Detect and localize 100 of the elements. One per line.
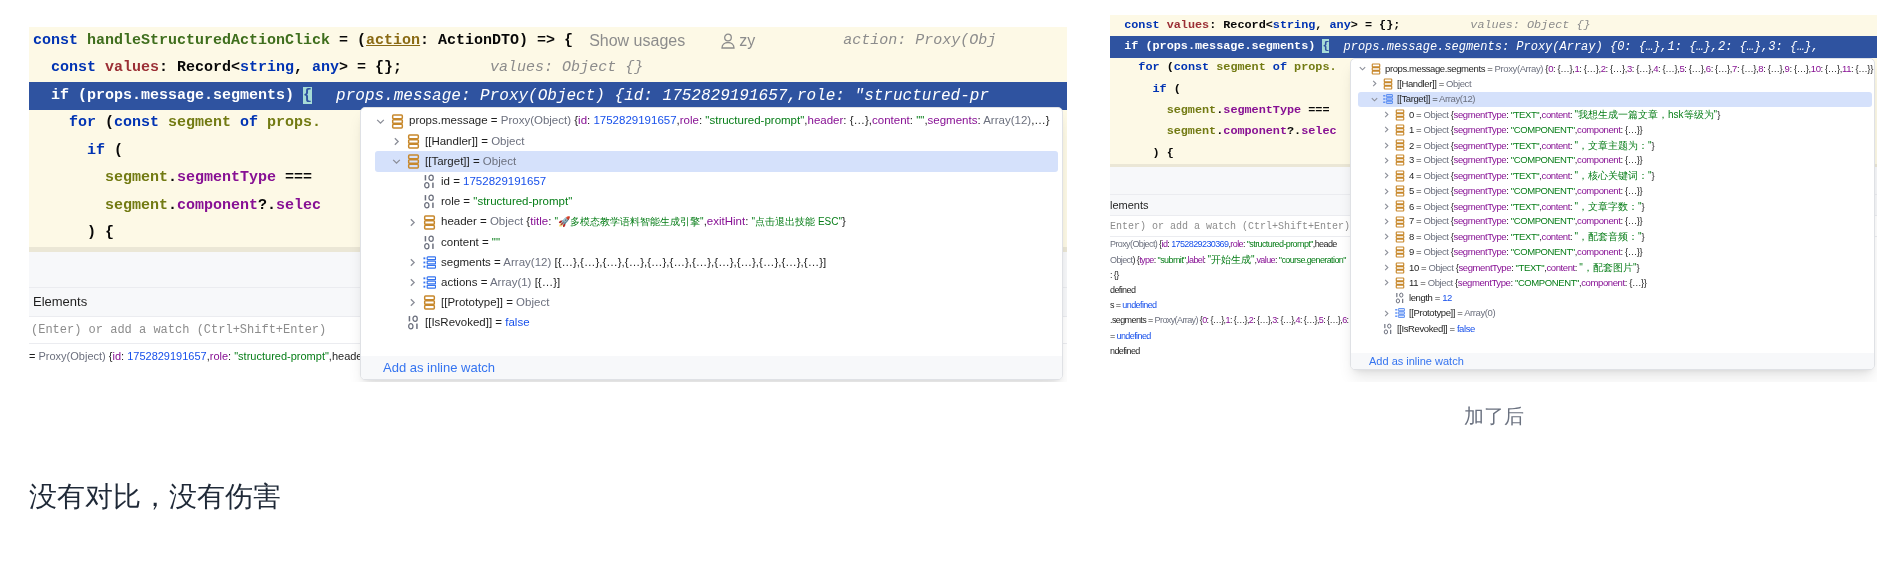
object-icon (1395, 276, 1405, 289)
tree-row[interactable]: role = "structured-prompt" (375, 191, 1058, 212)
code-text: segment.component?.selec (1165, 123, 1337, 141)
code-text: const handleStructuredActionClick = (action: ActionDTO) => { (33, 30, 574, 51)
tree-row[interactable]: props.message = Proxy(Object) {id: 1752829191657,role: "structured-prompt",header: {…},content: "",segments: Array(12),…} (375, 111, 1058, 132)
object-icon (407, 133, 420, 149)
code-text: if ( (1151, 80, 1181, 98)
inline-value-hint: values: Object {} (1470, 16, 1591, 34)
variable-label: 9 = Object {segmentType: "COMPONENT",component: {…}} (1409, 245, 1643, 260)
paragraph-text: 没有对比，没有伤害 (29, 480, 282, 514)
author-name: zy (739, 30, 756, 51)
tree-row[interactable]: [[Prototype]] = Object (375, 292, 1058, 313)
add-inline-watch-link[interactable]: Add as inline watch (383, 357, 495, 378)
panel-tab[interactable]: Elements (33, 292, 88, 312)
tree-row[interactable]: 1 = Object {segmentType: "COMPONENT",component: {…}} (1358, 122, 1872, 138)
variable-label: 7 = Object {segmentType: "COMPONENT",component: {…}} (1409, 214, 1643, 229)
variable-label: actions = Array(1) [{…}] (441, 274, 561, 290)
tree-row[interactable]: [[IsRevoked]] = false (1358, 321, 1872, 337)
tree-row[interactable]: content = "" (375, 232, 1058, 253)
tree-row[interactable]: 8 = Object {segmentType: "TEXT",content: "，配套音频："} (1358, 229, 1872, 245)
object-icon (1371, 62, 1381, 75)
variable-label: 11 = Object {segmentType: "COMPONENT",component: {…}} (1409, 275, 1647, 290)
variable-label: [[Handler]] = Object (425, 133, 525, 149)
variable-label: [[Target]] = Object (425, 153, 517, 169)
array-icon (423, 275, 436, 291)
variable-value: .segments = Proxy(Array) {0: {…},1: {…},2: {…},3: {…},4: {…},5: {…},6: (1110, 314, 1349, 328)
object-icon (1395, 108, 1405, 121)
tree-row[interactable]: 3 = Object {segmentType: "COMPONENT",component: {…}} (1358, 152, 1872, 169)
code-text: segment.component?.selec (104, 195, 322, 216)
object-icon (1395, 230, 1405, 243)
variable-label: 6 = Object {segmentType: "TEXT",content: "，文章字数："} (1409, 199, 1645, 214)
tree-row[interactable]: segments = Array(12) [{…},{…},{…},{…},{…},{…},{…},{…},{…},{…},{…},{…}] (375, 252, 1058, 273)
panel-tab[interactable]: lements (1110, 196, 1149, 214)
image-caption: 加了后 (1463, 404, 1524, 429)
array-icon (1395, 307, 1405, 320)
object-icon (391, 113, 404, 129)
variable-label: 10 = Object {segmentType: "TEXT",content: "，配套图片"} (1409, 260, 1640, 275)
tree-row[interactable]: [[Handler]] = Object (375, 131, 1058, 152)
variable-label: props.message = Proxy(Object) {id: 1752829191657,role: "structured-prompt",header: {…},content: "",segments: Array(12),…} (409, 113, 1050, 129)
variable-label: header = Object {title: "🚀多模态教学语料智能生成引擎",exitHint: "点击退出技能 ESC"} (441, 214, 846, 230)
tree-row[interactable]: 7 = Object {segmentType: "COMPONENT",component: {…}} (1358, 213, 1872, 230)
variable-label: 0 = Object {segmentType: "TEXT",content: "我想生成一篇文章，hsk等级为"} (1409, 107, 1720, 122)
add-inline-watch-link[interactable]: Add as inline watch (1369, 352, 1464, 369)
inline-value-hint: props.message: Proxy(Object) {id: 1752829191657,role: "structured-pr (336, 85, 989, 107)
chevron-right-icon (1382, 308, 1391, 318)
code-text: const values: Record<string, any> = {}; (50, 58, 403, 78)
variable-label: role = "structured-prompt" (441, 194, 573, 210)
person-icon (721, 32, 736, 49)
binary-value-icon (1383, 322, 1393, 335)
object-icon (1395, 139, 1405, 152)
code-text: for (const segment of props. (68, 113, 322, 133)
inline-value-hint: values: Object {} (490, 58, 644, 78)
object-icon (407, 153, 420, 169)
variable-value: : {} (1110, 268, 1119, 282)
code-text: for (const segment of props. (1137, 59, 1337, 77)
tree-row[interactable]: [[Handler]] = Object (1358, 76, 1872, 92)
object-icon (1395, 185, 1405, 197)
tree-row[interactable]: 6 = Object {segmentType: "TEXT",content: "，文章字数："} (1358, 198, 1872, 214)
variable-label: [[Prototype]] = Array(0) (1409, 306, 1496, 321)
tree-row[interactable]: 2 = Object {segmentType: "TEXT",content: "，文章主题为："} (1358, 137, 1872, 153)
tree-row[interactable]: [[IsRevoked]] = false (375, 312, 1058, 334)
variable-label: length = 12 (1409, 290, 1452, 305)
code-text: ) { (1151, 144, 1174, 162)
variable-value: Proxy(Object) {id: 1752829230369,role: "structured-prompt",heade (1110, 237, 1337, 251)
tree-row[interactable]: 5 = Object {segmentType: "COMPONENT",component: {…}} (1358, 183, 1872, 199)
code-text: ) { (86, 223, 114, 243)
variable-value: defined (1110, 283, 1136, 297)
binary-value-icon (423, 194, 436, 210)
tree-row[interactable]: 9 = Object {segmentType: "COMPONENT",component: {…}} (1358, 244, 1872, 260)
tree-row[interactable]: [[Target]] = Array(12) (1358, 91, 1872, 107)
binary-value-icon (423, 234, 436, 250)
tree-row[interactable]: [[Prototype]] = Array(0) (1358, 305, 1872, 322)
binary-value-icon (407, 315, 420, 331)
tree-row[interactable]: header = Object {title: "🚀多模态教学语料智能生成引擎",exitHint: "点击退出技能 ESC"} (375, 211, 1058, 233)
variable-label: [[IsRevoked]] = false (425, 315, 530, 331)
tree-row[interactable]: 11 = Object {segmentType: "COMPONENT",component: {…}} (1358, 275, 1872, 291)
object-icon (1395, 200, 1405, 213)
tree-row[interactable]: actions = Array(1) [{…}] (375, 272, 1058, 293)
variable-value: s = undefined (1110, 299, 1157, 313)
variable-label: 2 = Object {segmentType: "TEXT",content: "，文章主题为："} (1409, 138, 1655, 153)
code-text: segment.segmentType === (104, 168, 313, 188)
chevron-right-icon (1370, 79, 1379, 89)
variable-value: = undefined (1110, 329, 1151, 343)
variable-label: [[Target]] = Array(12) (1397, 92, 1476, 107)
variable-value: ndefined (1110, 345, 1140, 359)
object-icon (1395, 261, 1405, 274)
tree-row[interactable]: 4 = Object {segmentType: "TEXT",content: "，核心关键词："} (1358, 168, 1872, 184)
code-text: const values: Record<string, any> = {}; (1123, 16, 1401, 34)
tree-row[interactable]: 10 = Object {segmentType: "TEXT",content: "，配套图片"} (1358, 259, 1872, 276)
variable-value: Object) {type: "submit",label: "开始生成",value: "course.generation" (1110, 253, 1346, 268)
tree-row[interactable]: id = 1752829191657 (375, 171, 1058, 192)
tree-row[interactable]: length = 12 (1358, 290, 1872, 306)
object-icon (1395, 246, 1405, 259)
object-icon (423, 214, 436, 230)
variable-label: 1 = Object {segmentType: "COMPONENT",component: {…}} (1409, 122, 1643, 137)
object-icon (423, 295, 436, 311)
variable-label: id = 1752829191657 (441, 174, 547, 190)
tree-row[interactable]: 0 = Object {segmentType: "TEXT",content: "我想生成一篇文章，hsk等级为"} (1358, 106, 1872, 123)
variable-label: 8 = Object {segmentType: "TEXT",content: "，配套音频："} (1409, 230, 1645, 245)
tree-row[interactable]: [[Target]] = Object (375, 151, 1058, 172)
